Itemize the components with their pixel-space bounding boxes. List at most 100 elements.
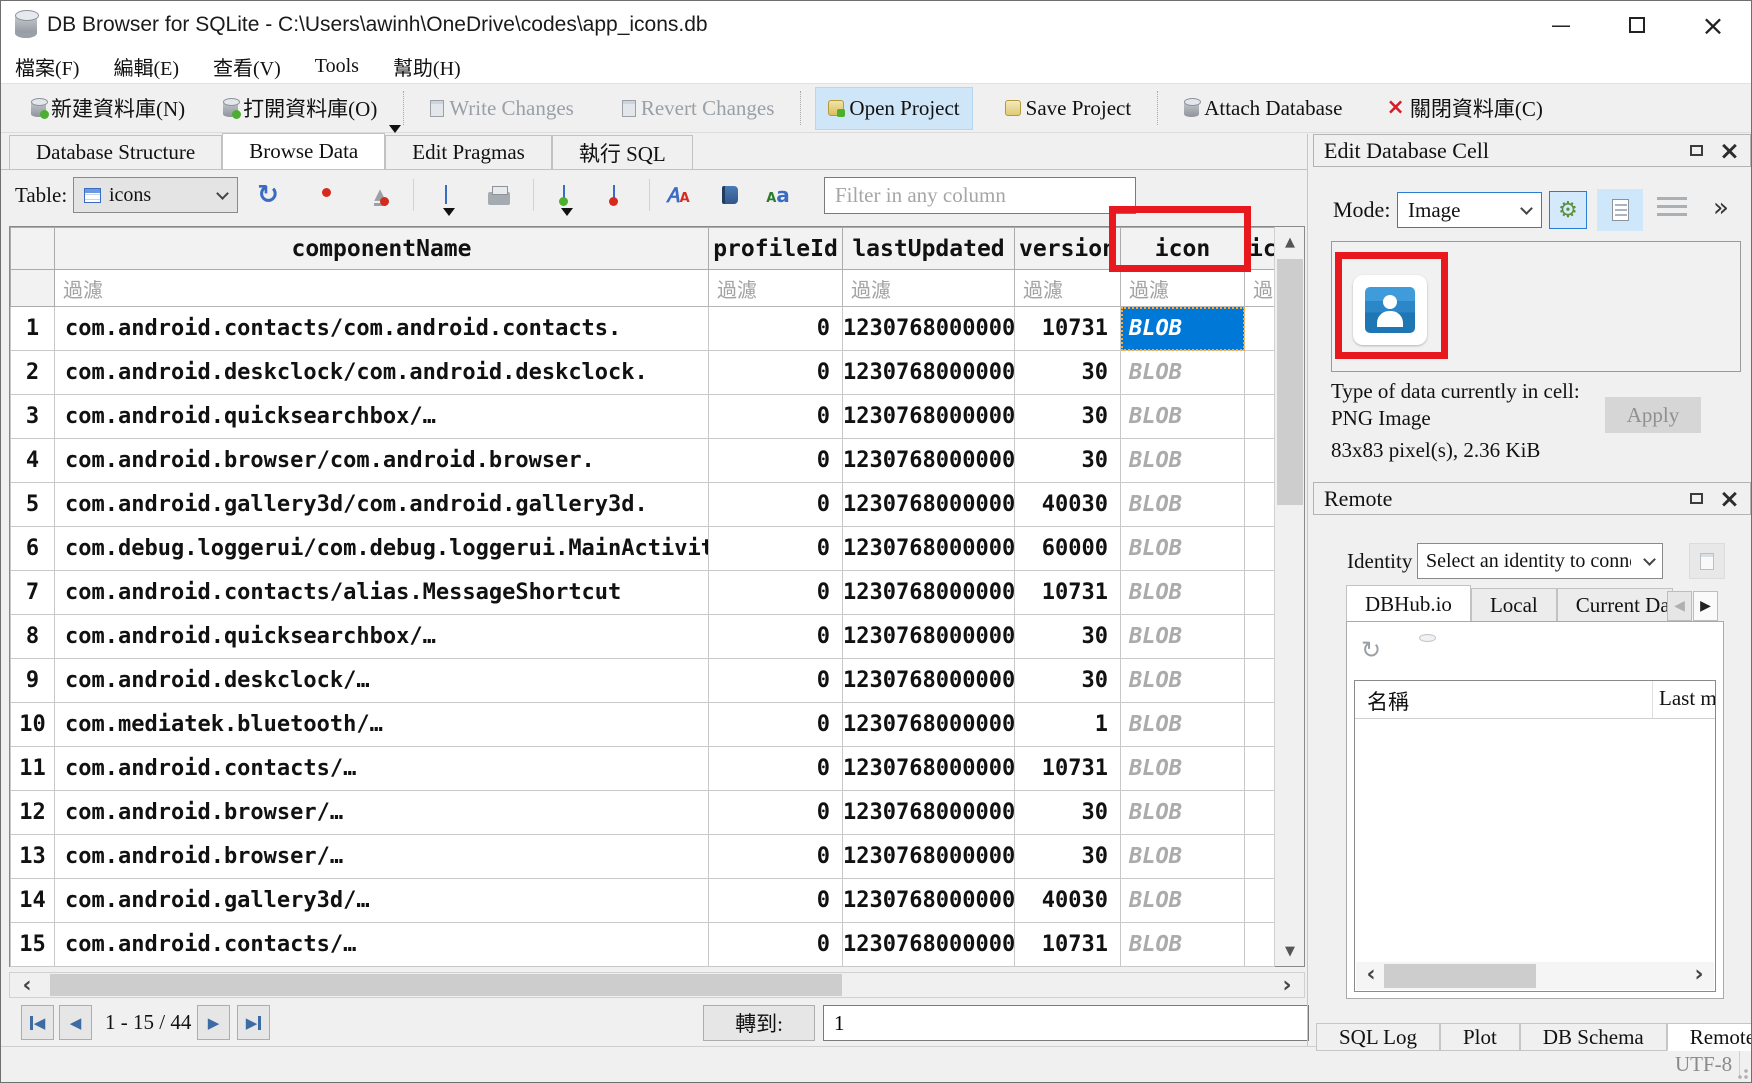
row-number[interactable]: 2 xyxy=(11,351,55,395)
menu-help[interactable]: 幫助(H) xyxy=(393,52,461,81)
menu-view[interactable]: 查看(V) xyxy=(213,52,281,81)
row-number[interactable]: 4 xyxy=(11,439,55,483)
identity-select[interactable]: Select an identity to conne xyxy=(1417,543,1663,579)
insert-record-button[interactable] xyxy=(549,181,579,209)
cell-componentname[interactable]: com.android.browser/… xyxy=(55,835,709,879)
text-view-button[interactable] xyxy=(1597,189,1643,231)
filter-version[interactable]: 過濾 xyxy=(1015,270,1121,307)
scroll-up-icon[interactable]: ▲ xyxy=(1275,227,1305,257)
cell-componentname[interactable]: com.android.browser/com.android.browser. xyxy=(55,439,709,483)
cell-extra[interactable] xyxy=(1245,307,1275,351)
cell-version[interactable]: 10731 xyxy=(1015,747,1121,791)
cell-icon[interactable]: BLOB xyxy=(1121,747,1245,791)
cell-icon[interactable]: BLOB xyxy=(1121,395,1245,439)
cell-lastupdated[interactable]: 1230768000000 xyxy=(843,747,1015,791)
cell-profileid[interactable]: 0 xyxy=(709,923,843,967)
cell-lastupdated[interactable]: 1230768000000 xyxy=(843,791,1015,835)
cell-componentname[interactable]: com.mediatek.bluetooth/… xyxy=(55,703,709,747)
column-header-lastupdated[interactable]: lastUpdated xyxy=(843,228,1015,270)
clear-sorting-button[interactable]: ▲ xyxy=(365,181,395,209)
row-number[interactable]: 14 xyxy=(11,879,55,923)
column-header-version[interactable]: version xyxy=(1015,228,1121,270)
tab-plot[interactable]: Plot xyxy=(1440,1023,1520,1051)
cell-profileid[interactable]: 0 xyxy=(709,879,843,923)
cell-profileid[interactable]: 0 xyxy=(709,307,843,351)
row-number[interactable]: 12 xyxy=(11,791,55,835)
cell-extra[interactable] xyxy=(1245,791,1275,835)
cell-icon[interactable]: BLOB xyxy=(1121,615,1245,659)
last-record-button[interactable]: ▶ xyxy=(237,1005,270,1040)
cell-extra[interactable] xyxy=(1245,703,1275,747)
cell-profileid[interactable]: 0 xyxy=(709,439,843,483)
column-header-partial[interactable]: ic xyxy=(1245,228,1275,270)
scroll-right-icon[interactable]: › xyxy=(1684,962,1714,986)
tab-sql-log[interactable]: SQL Log xyxy=(1316,1023,1440,1051)
cell-icon[interactable]: BLOB xyxy=(1121,703,1245,747)
write-changes-button[interactable]: Write Changes xyxy=(418,88,586,129)
row-number[interactable]: 6 xyxy=(11,527,55,571)
tab-current-database[interactable]: Current Dat xyxy=(1557,588,1673,622)
cell-icon[interactable]: BLOB xyxy=(1121,439,1245,483)
save-project-button[interactable]: Save Project xyxy=(993,88,1144,129)
tab-database-structure[interactable]: Database Structure xyxy=(9,135,222,169)
cell-version[interactable]: 10731 xyxy=(1015,307,1121,351)
cell-profileid[interactable]: 0 xyxy=(709,615,843,659)
revert-changes-button[interactable]: Revert Changes xyxy=(610,88,787,129)
cell-icon[interactable]: BLOB xyxy=(1121,571,1245,615)
float-panel-icon[interactable] xyxy=(1690,145,1703,156)
insert-dropdown-icon[interactable] xyxy=(561,208,573,216)
font-format-button[interactable]: 𝐴A xyxy=(663,181,693,209)
attach-database-button[interactable]: Attach Database xyxy=(1172,88,1354,129)
cell-componentname[interactable]: com.android.contacts/alias.MessageShortc… xyxy=(55,571,709,615)
column-header-icon[interactable]: icon xyxy=(1121,228,1245,270)
new-database-button[interactable]: 新建資料庫(N) xyxy=(19,85,197,131)
cell-extra[interactable] xyxy=(1245,439,1275,483)
row-number[interactable]: 13 xyxy=(11,835,55,879)
filter-profileid[interactable]: 過濾 xyxy=(709,270,843,307)
cell-lastupdated[interactable]: 1230768000000 xyxy=(843,351,1015,395)
cell-icon[interactable]: BLOB xyxy=(1121,307,1245,351)
close-button[interactable]: × xyxy=(1675,1,1751,49)
cell-extra[interactable] xyxy=(1245,835,1275,879)
cell-lastupdated[interactable]: 1230768000000 xyxy=(843,835,1015,879)
cell-lastupdated[interactable]: 1230768000000 xyxy=(843,703,1015,747)
cell-icon[interactable]: BLOB xyxy=(1121,835,1245,879)
row-number[interactable]: 9 xyxy=(11,659,55,703)
tab-dbhub[interactable]: DBHub.io xyxy=(1346,585,1471,622)
float-panel-icon[interactable] xyxy=(1690,493,1703,504)
cell-componentname[interactable]: com.android.gallery3d/com.android.galler… xyxy=(55,483,709,527)
cell-icon[interactable]: BLOB xyxy=(1121,879,1245,923)
cell-profileid[interactable]: 0 xyxy=(709,791,843,835)
cell-version[interactable]: 60000 xyxy=(1015,527,1121,571)
cell-version[interactable]: 30 xyxy=(1015,615,1121,659)
cell-extra[interactable] xyxy=(1245,747,1275,791)
cell-version[interactable]: 30 xyxy=(1015,659,1121,703)
remote-scroll-thumb[interactable] xyxy=(1384,964,1536,988)
cell-version[interactable]: 30 xyxy=(1015,439,1121,483)
clear-filters-button[interactable] xyxy=(313,181,343,209)
tab-execute-sql[interactable]: 執行 SQL xyxy=(552,135,693,169)
tab-edit-pragmas[interactable]: Edit Pragmas xyxy=(385,135,552,169)
cell-version[interactable]: 10731 xyxy=(1015,571,1121,615)
dictionary-button[interactable] xyxy=(715,181,745,209)
upload-database-button[interactable] xyxy=(1689,543,1725,579)
row-number[interactable]: 7 xyxy=(11,571,55,615)
close-database-button[interactable]: × 關閉資料庫(C) xyxy=(1374,85,1554,131)
horizontal-scrollbar[interactable]: ‹ › xyxy=(9,972,1305,998)
menu-file[interactable]: 檔案(F) xyxy=(15,52,79,81)
cell-profileid[interactable]: 0 xyxy=(709,747,843,791)
row-number[interactable]: 5 xyxy=(11,483,55,527)
cell-profileid[interactable]: 0 xyxy=(709,659,843,703)
cell-icon[interactable]: BLOB xyxy=(1121,483,1245,527)
cell-componentname[interactable]: com.android.gallery3d/… xyxy=(55,879,709,923)
cell-componentname[interactable]: com.android.quicksearchbox/… xyxy=(55,615,709,659)
filter-partial[interactable]: 過濾 xyxy=(1245,270,1275,307)
scroll-down-icon[interactable]: ▼ xyxy=(1275,936,1305,966)
export-dropdown-icon[interactable] xyxy=(443,208,455,216)
tab-scroll-right-icon[interactable]: ▶ xyxy=(1693,591,1718,621)
row-number[interactable]: 8 xyxy=(11,615,55,659)
cell-componentname[interactable]: com.android.contacts/… xyxy=(55,923,709,967)
maximize-button[interactable] xyxy=(1599,1,1675,49)
cell-extra[interactable] xyxy=(1245,351,1275,395)
cell-version[interactable]: 1 xyxy=(1015,703,1121,747)
